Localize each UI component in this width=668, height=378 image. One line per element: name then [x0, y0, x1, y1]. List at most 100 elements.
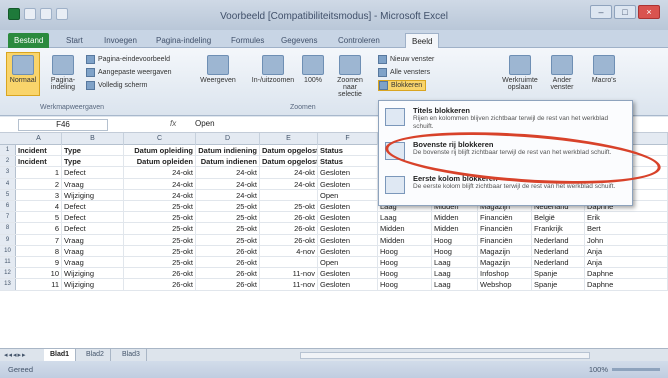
weergeven-button[interactable]: Weergeven: [196, 52, 240, 96]
table-cell[interactable]: Wijziging: [62, 189, 124, 200]
table-cell[interactable]: Gesloten: [318, 245, 378, 256]
table-cell[interactable]: Defect: [62, 212, 124, 223]
table-cell[interactable]: 7: [16, 234, 62, 245]
macros-button[interactable]: Macro's: [586, 52, 622, 96]
table-cell[interactable]: 26-okt: [196, 245, 260, 256]
table-cell[interactable]: Erik: [585, 212, 668, 223]
table-cell[interactable]: 26-okt: [260, 234, 318, 245]
tab-bestand[interactable]: Bestand: [8, 33, 50, 48]
row-header[interactable]: 6: [0, 201, 16, 212]
table-cell[interactable]: Incident: [16, 145, 62, 156]
table-cell[interactable]: Hoog: [378, 268, 432, 279]
tab-start[interactable]: Start: [60, 33, 89, 48]
table-cell[interactable]: 26-okt: [196, 268, 260, 279]
table-cell[interactable]: Datum opleiden: [124, 156, 196, 167]
table-cell[interactable]: Midden: [378, 234, 432, 245]
tab-invoegen[interactable]: Invoegen: [98, 33, 143, 48]
column-header[interactable]: C: [124, 133, 196, 145]
table-cell[interactable]: 6: [16, 223, 62, 234]
table-cell[interactable]: 26-okt: [260, 223, 318, 234]
table-cell[interactable]: Hoog: [432, 234, 478, 245]
menu-item-titels-blokkeren[interactable]: Titels blokkeren Rijen en kolommen blijv…: [379, 103, 632, 135]
tab-formules[interactable]: Formules: [225, 33, 270, 48]
table-cell[interactable]: Midden: [432, 223, 478, 234]
table-cell[interactable]: Vraag: [62, 178, 124, 189]
table-cell[interactable]: Vraag: [62, 234, 124, 245]
table-cell[interactable]: Laag: [432, 257, 478, 268]
column-header[interactable]: A: [16, 133, 62, 145]
table-cell[interactable]: 3: [16, 189, 62, 200]
table-cell[interactable]: Gesloten: [318, 223, 378, 234]
row-header[interactable]: 13: [0, 279, 16, 290]
table-cell[interactable]: Defect: [62, 223, 124, 234]
table-cell[interactable]: België: [532, 212, 585, 223]
table-cell[interactable]: Datum indiening: [196, 145, 260, 156]
table-cell[interactable]: Vraag: [62, 257, 124, 268]
table-cell[interactable]: 11-nov: [260, 279, 318, 290]
table-cell[interactable]: Hoog: [378, 279, 432, 290]
maximize-button[interactable]: □: [614, 5, 636, 19]
table-cell[interactable]: 2: [16, 178, 62, 189]
row-header[interactable]: 7: [0, 212, 16, 223]
table-cell[interactable]: Defect: [62, 201, 124, 212]
sheet-tab-3[interactable]: Blad3: [116, 349, 147, 361]
table-cell[interactable]: Type: [62, 156, 124, 167]
pagina-eindevoorbeeld-button[interactable]: Pagina-eindevoorbeeld: [86, 54, 170, 65]
table-cell[interactable]: Gesloten: [318, 178, 378, 189]
blokkeren-button[interactable]: Blokkeren: [378, 80, 427, 91]
table-cell[interactable]: Type: [62, 145, 124, 156]
table-cell[interactable]: Webshop: [478, 279, 532, 290]
table-cell[interactable]: Nederland: [532, 245, 585, 256]
close-button[interactable]: ×: [638, 5, 660, 19]
table-cell[interactable]: 26-okt: [124, 268, 196, 279]
table-cell[interactable]: 9: [16, 257, 62, 268]
table-cell[interactable]: 26-okt: [196, 279, 260, 290]
table-cell[interactable]: 24-okt: [196, 178, 260, 189]
table-cell[interactable]: Laag: [378, 212, 432, 223]
row-header[interactable]: 5: [0, 189, 16, 200]
table-cell[interactable]: Hoog: [432, 245, 478, 256]
sheet-nav-arrows-icon[interactable]: ◂◂◂▸▸: [4, 351, 27, 359]
tab-beeld[interactable]: Beeld: [405, 33, 440, 48]
table-cell[interactable]: 4: [16, 201, 62, 212]
table-cell[interactable]: Wijziging: [62, 268, 124, 279]
table-cell[interactable]: Hoog: [378, 257, 432, 268]
table-cell[interactable]: Hoog: [378, 245, 432, 256]
row-header[interactable]: 2: [0, 156, 16, 167]
table-cell[interactable]: Bert: [585, 223, 668, 234]
table-cell[interactable]: 25-okt: [124, 234, 196, 245]
werkruimte-opslaan-button[interactable]: Werkruimte opslaan: [500, 52, 540, 96]
table-cell[interactable]: Laag: [432, 279, 478, 290]
sheet-tab-2[interactable]: Blad2: [80, 349, 111, 361]
column-header[interactable]: E: [260, 133, 318, 145]
table-cell[interactable]: Midden: [378, 223, 432, 234]
table-cell[interactable]: Daphne: [585, 279, 668, 290]
table-cell[interactable]: 25-okt: [124, 223, 196, 234]
table-cell[interactable]: 26-okt: [196, 257, 260, 268]
table-cell[interactable]: 24-okt: [124, 178, 196, 189]
table-cell[interactable]: 24-okt: [260, 167, 318, 178]
table-cell[interactable]: 25-okt: [196, 234, 260, 245]
table-cell[interactable]: 8: [16, 245, 62, 256]
table-cell[interactable]: Gesloten: [318, 212, 378, 223]
table-cell[interactable]: Vraag: [62, 245, 124, 256]
table-cell[interactable]: Financiën: [478, 212, 532, 223]
table-cell[interactable]: Gesloten: [318, 167, 378, 178]
table-cell[interactable]: Anja: [585, 257, 668, 268]
sheet-tab-1[interactable]: Blad1: [44, 349, 77, 361]
table-cell[interactable]: Frankrijk: [532, 223, 585, 234]
table-cell[interactable]: Datum indienen: [196, 156, 260, 167]
table-cell[interactable]: Gesloten: [318, 201, 378, 212]
table-cell[interactable]: 10: [16, 268, 62, 279]
nieuw-venster-button[interactable]: Nieuw venster: [378, 54, 434, 65]
table-cell[interactable]: John: [585, 234, 668, 245]
table-cell[interactable]: 11-nov: [260, 268, 318, 279]
zoom-slider[interactable]: [612, 368, 660, 371]
zoom-100-button[interactable]: 100%: [298, 52, 328, 96]
tab-pagina-indeling[interactable]: Pagina-indeling: [150, 33, 217, 48]
table-cell[interactable]: Nederland: [532, 257, 585, 268]
table-cell[interactable]: 25-okt: [196, 201, 260, 212]
table-cell[interactable]: Magazijn: [478, 257, 532, 268]
table-cell[interactable]: Gesloten: [318, 234, 378, 245]
name-box[interactable]: F46: [18, 119, 108, 131]
